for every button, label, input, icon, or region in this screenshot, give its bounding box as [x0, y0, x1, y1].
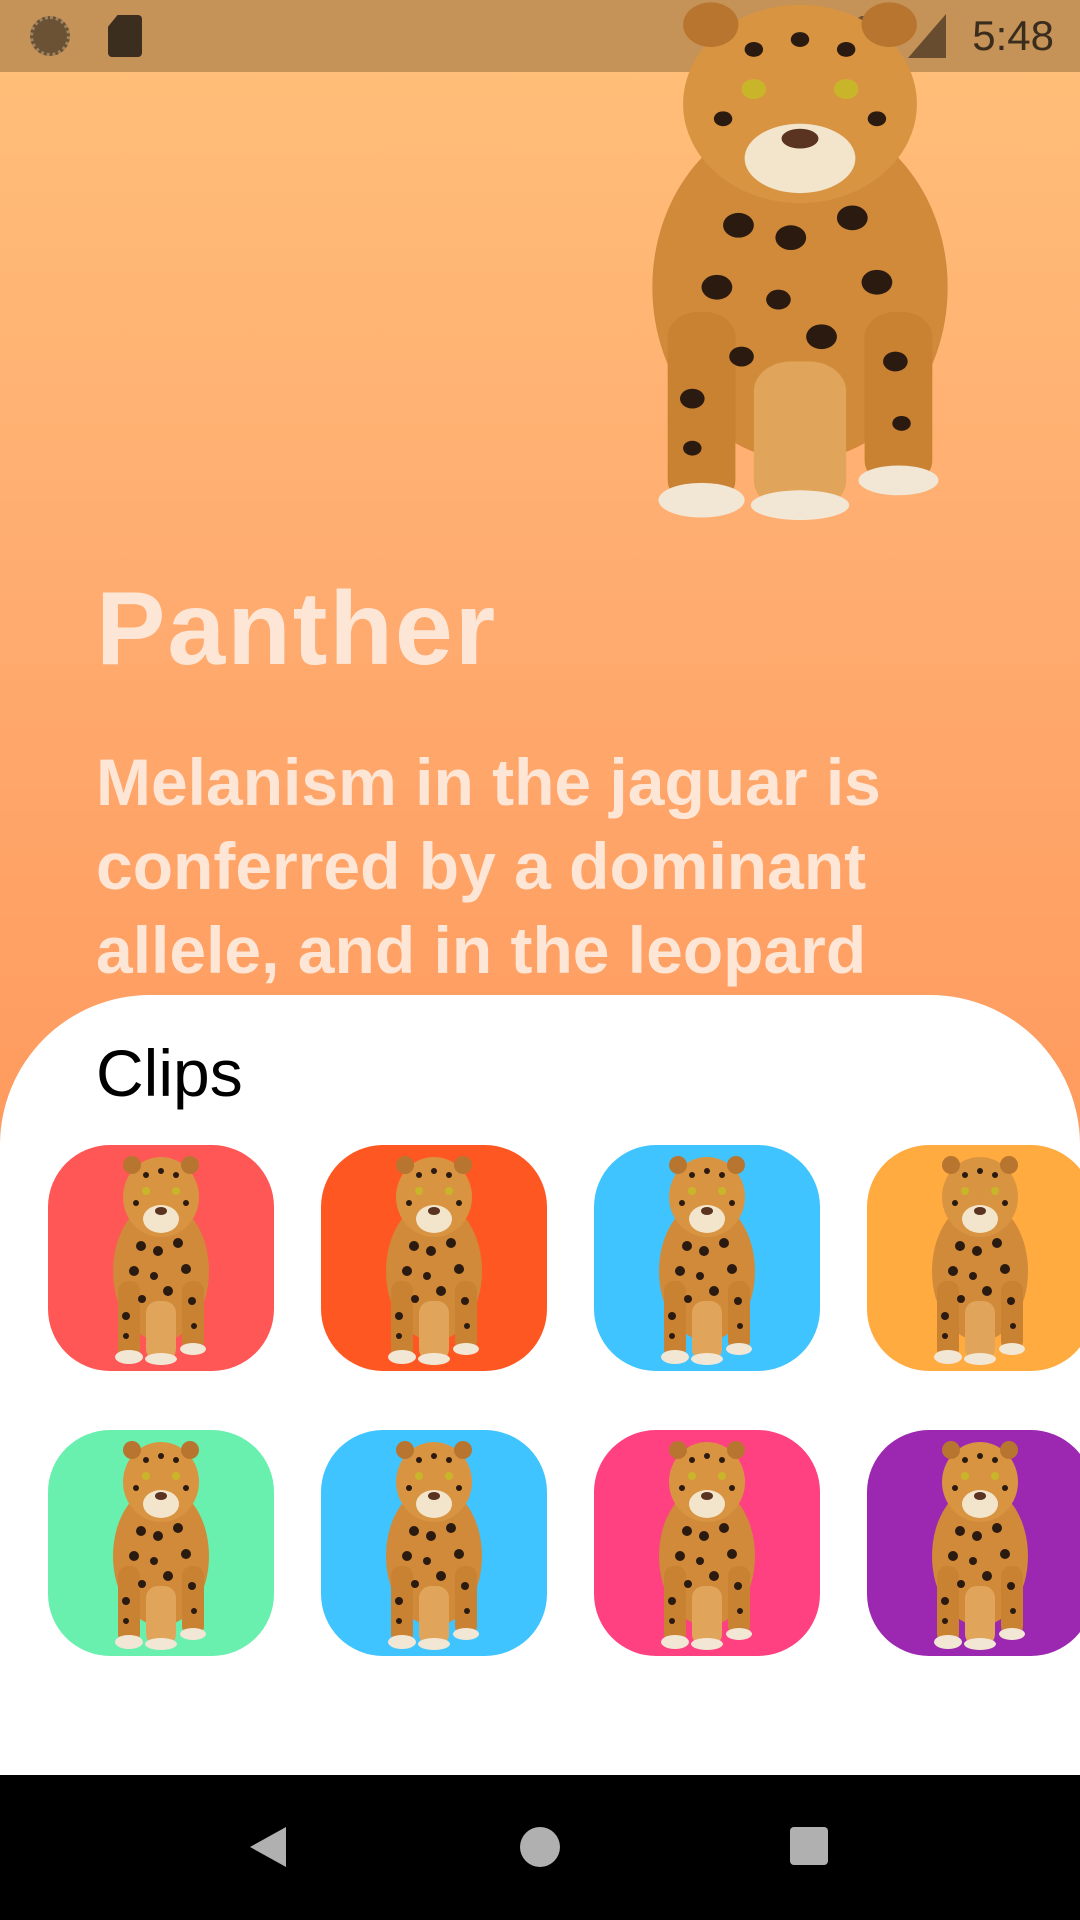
home-icon[interactable] [520, 1827, 560, 1867]
clip-tile[interactable] [867, 1145, 1080, 1371]
jaguar-icon [96, 1151, 226, 1365]
sync-icon [30, 16, 70, 56]
animal-description: Melanism in the jaguar is conferred by a… [96, 745, 881, 987]
screen: 5:48 Panther Melanism in the jaguar is c… [0, 0, 1080, 1920]
jaguar-icon [96, 1436, 226, 1650]
jaguar-icon [600, 0, 1000, 520]
jaguar-icon [915, 1151, 1045, 1365]
clips-sheet: Clips [0, 995, 1080, 1775]
page-title: Panther [96, 571, 498, 687]
clip-tile[interactable] [321, 1430, 547, 1656]
clip-tile[interactable] [48, 1145, 274, 1371]
jaguar-icon [369, 1436, 499, 1650]
clips-heading: Clips [96, 1036, 243, 1110]
clip-tile[interactable] [867, 1430, 1080, 1656]
clip-tile[interactable] [594, 1430, 820, 1656]
clip-tile[interactable] [594, 1145, 820, 1371]
clip-tile[interactable] [48, 1430, 274, 1656]
jaguar-icon [642, 1151, 772, 1365]
sd-card-icon [108, 15, 142, 57]
recents-icon[interactable] [790, 1827, 828, 1865]
navigation-bar [0, 1775, 1080, 1920]
jaguar-icon [642, 1436, 772, 1650]
jaguar-icon [915, 1436, 1045, 1650]
back-icon[interactable] [250, 1827, 286, 1867]
jaguar-icon [369, 1151, 499, 1365]
clip-tile[interactable] [321, 1145, 547, 1371]
